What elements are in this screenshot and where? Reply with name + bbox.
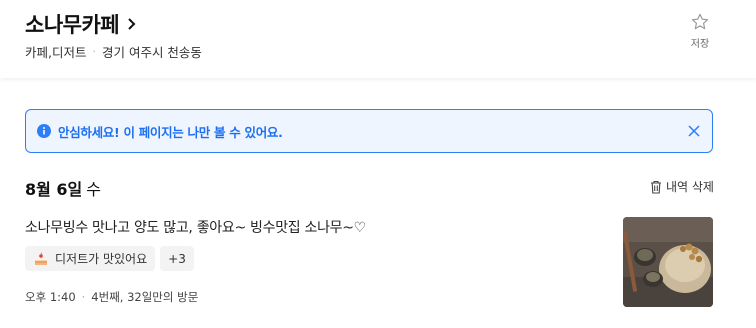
visit-time: 오후 1:40 [25, 290, 76, 304]
visit-date-text: 8월 6일 [25, 180, 83, 199]
separator-dot: · [92, 45, 96, 58]
more-tags-button[interactable]: +3 [160, 246, 194, 271]
visit-date: 8월 6일 수 [25, 176, 101, 200]
cake-icon [35, 252, 47, 265]
save-label: 저장 [690, 39, 710, 50]
review-photo[interactable] [623, 217, 713, 307]
privacy-notice: 안심하세요! 이 페이지는 나만 볼 수 있어요. [25, 109, 713, 153]
star-icon [691, 13, 709, 30]
place-address: 경기 여주시 천송동 [101, 45, 202, 60]
bingsu-photo [623, 217, 713, 307]
place-header: 소나무카페 카페,디저트 · 경기 여주시 천송동 저장 [0, 0, 756, 78]
visit-count: 4번째, 32일만의 방문 [91, 290, 199, 304]
tag-dessert[interactable]: 디저트가 맛있어요 [25, 246, 156, 271]
save-button[interactable]: 저장 [682, 12, 718, 56]
delete-label: 내역 삭제 [666, 180, 714, 194]
place-category: 카페,디저트 [25, 45, 87, 60]
place-meta: 카페,디저트 · 경기 여주시 천송동 [25, 42, 202, 61]
trash-icon [651, 180, 661, 194]
delete-history-button[interactable]: 내역 삭제 [650, 178, 714, 195]
info-icon [37, 124, 51, 138]
review-tags: 디저트가 맛있어요 +3 [25, 246, 199, 271]
chevron-right-icon [128, 18, 136, 30]
place-title-link[interactable]: 소나무카페 [25, 9, 139, 39]
close-icon[interactable] [686, 123, 702, 139]
separator-dot: · [81, 290, 86, 304]
visit-weekday: 수 [86, 180, 102, 199]
notice-text: 안심하세요! 이 페이지는 나만 볼 수 있어요. [58, 124, 283, 140]
tag-label: 디저트가 맛있어요 [55, 252, 148, 266]
place-name: 소나무카페 [25, 13, 120, 37]
visit-meta: 오후 1:40 · 4번째, 32일만의 방문 [25, 289, 198, 305]
review-text: 소나무빙수 맛나고 양도 많고, 좋아요~ 빙수맛집 소나무~♡ [25, 220, 366, 236]
